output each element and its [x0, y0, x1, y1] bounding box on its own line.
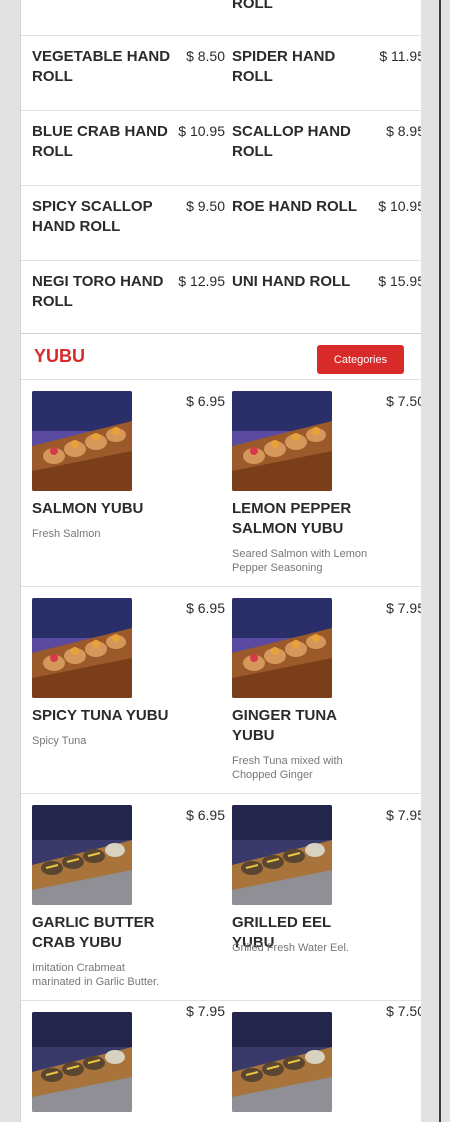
menu-row: $ 7.95 $ 7.50 [21, 1001, 421, 1122]
menu-item-description: Grilled Fresh Water Eel. [232, 942, 349, 954]
menu-row: BLUE CRAB HAND ROLL $ 10.95 SCALLOP HAND… [21, 111, 421, 186]
menu-item[interactable]: $ 6.95 SPICY TUNA YUBU Spicy Tuna [21, 587, 225, 793]
menu-item-description: Fresh Tuna mixed with Chopped Ginger [232, 755, 343, 781]
categories-button[interactable]: Categories [317, 345, 404, 374]
menu-item-price: $ 10.95 [378, 198, 421, 214]
menu-item-name: SPICY SCALLOP HAND ROLL [32, 198, 153, 235]
menu-row: NEGI TORO HAND ROLL $ 12.95 UNI HAND ROL… [21, 261, 421, 333]
menu-row: VEGETABLE HAND ROLL $ 8.50 SPIDER HAND R… [21, 36, 421, 111]
menu-item[interactable]: NEGI TORO HAND ROLL $ 12.95 [21, 261, 225, 333]
menu-row: $ 6.95 GARLIC BUTTER CRAB YUBU Imitation… [21, 794, 421, 1001]
yubu-photo [232, 1012, 332, 1112]
section-header: YUBU Categories [21, 333, 421, 380]
menu-item-price: $ 6.95 [186, 600, 225, 616]
menu-item[interactable]: $ 7.95 GINGER TUNA YUBU Fresh Tuna mixed… [221, 587, 421, 793]
menu-item-description: Fresh Salmon [32, 528, 101, 540]
menu-item-price: $ 9.50 [186, 198, 225, 214]
menu-item-name: UNI HAND ROLL [232, 273, 351, 290]
menu-item-description: Seared Salmon with Lemon Pepper Seasonin… [232, 548, 368, 574]
menu-item-price: $ 12.95 [178, 273, 225, 289]
garlic-butter-crab-yubu-photo [32, 805, 132, 905]
menu-item-price: $ 7.95 [186, 1003, 225, 1019]
menu-item-price: $ 6.95 [186, 807, 225, 823]
menu-item[interactable]: ROLL [221, 0, 421, 35]
menu-item-name: ROE HAND ROLL [232, 198, 357, 215]
menu-item[interactable]: SCALLOP HAND ROLL $ 8.95 [221, 111, 421, 185]
menu-item-description: Imitation Crabmeat marinated in Garlic B… [32, 962, 160, 988]
menu-item-price: $ 7.50 [386, 393, 421, 409]
menu-item-price: $ 7.50 [386, 1003, 421, 1019]
menu-item[interactable]: ROE HAND ROLL $ 10.95 [221, 186, 421, 260]
menu-item-price: $ 7.95 [386, 807, 421, 823]
menu-item-name: SCALLOP HAND ROLL [232, 123, 351, 160]
scrollbar[interactable] [439, 0, 441, 1122]
menu-item-name: SPIDER HAND ROLL [232, 48, 336, 85]
menu-item-name: LEMON PEPPER SALMON YUBU [232, 500, 352, 537]
menu-item[interactable]: SPIDER HAND ROLL $ 11.95 [221, 36, 421, 110]
menu-item-description: Spicy Tuna [32, 735, 87, 747]
menu-item-name: ROLL [232, 0, 273, 12]
menu-item-price: $ 15.95 [378, 273, 421, 289]
menu-item[interactable]: $ 7.50 LEMON PEPPER SALMON YUBU Seared S… [221, 380, 421, 586]
menu-item[interactable]: $ 6.95 SALMON YUBU Fresh Salmon [21, 380, 225, 586]
menu-item-name: GARLIC BUTTER CRAB YUBU [32, 914, 155, 951]
menu-row: SPICY SCALLOP HAND ROLL $ 9.50 ROE HAND … [21, 186, 421, 261]
menu-item-name: GINGER TUNA YUBU [232, 707, 337, 744]
menu-panel: ROLL VEGETABLE HAND ROLL $ 8.50 SPIDER H… [20, 0, 421, 1122]
menu-item[interactable]: BLUE CRAB HAND ROLL $ 10.95 [21, 111, 225, 185]
menu-item[interactable]: UNI HAND ROLL $ 15.95 [221, 261, 421, 333]
salmon-yubu-photo [32, 391, 132, 491]
ginger-tuna-yubu-photo [232, 598, 332, 698]
menu-item-name: SALMON YUBU [32, 500, 144, 517]
menu-item-price: $ 6.95 [186, 393, 225, 409]
menu-item-price: $ 8.50 [186, 48, 225, 64]
menu-item[interactable]: $ 6.95 GARLIC BUTTER CRAB YUBU Imitation… [21, 794, 225, 1000]
lemon-pepper-salmon-yubu-photo [232, 391, 332, 491]
menu-item-name: VEGETABLE HAND ROLL [32, 48, 171, 85]
menu-item-name: NEGI TORO HAND ROLL [32, 273, 164, 310]
grilled-eel-yubu-photo [232, 805, 332, 905]
menu-row: $ 6.95 SALMON YUBU Fresh Salmon $ 7.50 L… [21, 380, 421, 587]
menu-item[interactable]: SPICY SCALLOP HAND ROLL $ 9.50 [21, 186, 225, 260]
menu-item[interactable]: $ 7.95 [21, 1001, 225, 1122]
menu-item-price: $ 11.95 [379, 48, 421, 64]
menu-item-name: BLUE CRAB HAND ROLL [32, 123, 168, 160]
menu-item[interactable]: $ 7.50 [221, 1001, 421, 1122]
menu-item[interactable]: VEGETABLE HAND ROLL $ 8.50 [21, 36, 225, 110]
menu-item-name: SPICY TUNA YUBU [32, 707, 169, 724]
menu-item-price: $ 10.95 [178, 123, 225, 139]
yubu-photo [32, 1012, 132, 1112]
menu-row-partial: ROLL [21, 0, 421, 36]
menu-row: $ 6.95 SPICY TUNA YUBU Spicy Tuna $ 7.95… [21, 587, 421, 794]
spicy-tuna-yubu-photo [32, 598, 132, 698]
menu-item-price: $ 8.95 [386, 123, 421, 139]
section-title: YUBU [34, 346, 86, 366]
menu-item[interactable]: $ 7.95 GRILLED EEL YUBU Grilled Fresh Wa… [221, 794, 421, 1000]
menu-item-price: $ 7.95 [386, 600, 421, 616]
